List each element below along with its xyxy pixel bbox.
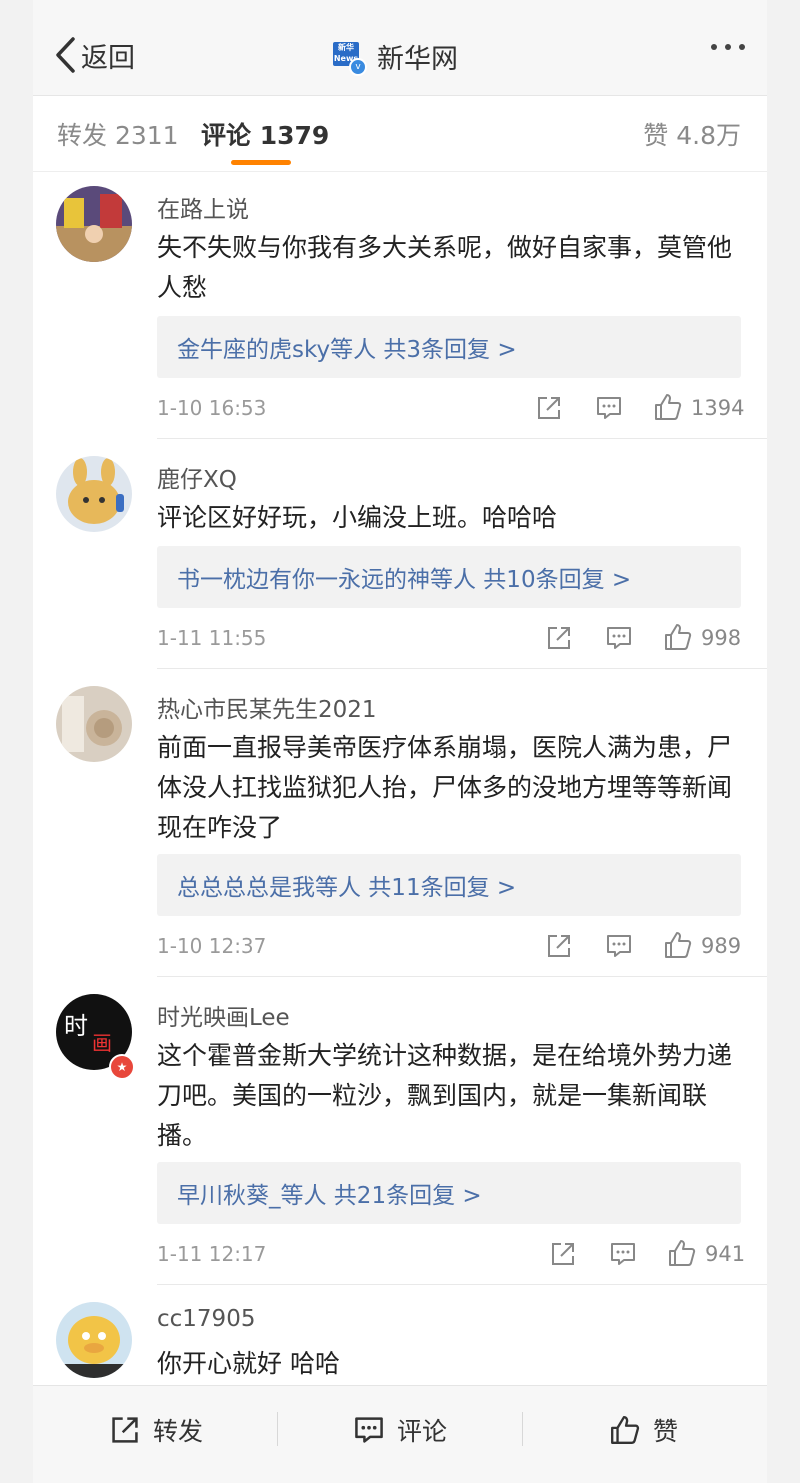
comment-icon: [355, 1417, 383, 1443]
verified-icon: v: [349, 58, 367, 76]
replies-link[interactable]: 金牛座的虎sky等人 共3条回复 >: [157, 316, 741, 378]
comment-text: 评论区好好玩，小编没上班。哈哈哈: [157, 503, 558, 532]
replies-link[interactable]: 早川秋葵_等人 共21条回复 >: [157, 1162, 741, 1224]
like-icon[interactable]: [663, 622, 693, 652]
comment-meta: 1-11 12:17 941: [157, 1236, 745, 1276]
active-tab-indicator: [231, 160, 291, 165]
like-count: 1394: [691, 396, 745, 420]
avatar[interactable]: [56, 186, 132, 262]
account-name: 新华网: [377, 43, 458, 75]
like-icon[interactable]: [653, 392, 683, 422]
separator: [277, 1412, 278, 1446]
like-icon[interactable]: [663, 930, 693, 960]
replies-link[interactable]: 总总总总是我等人 共11条回复 >: [157, 854, 741, 916]
comment-icon[interactable]: [605, 624, 633, 652]
comment-text: 这个霍普金斯大学统计这种数据，是在给境外势力递刀吧。美国的一粒沙，飘到国内，就是…: [157, 1041, 733, 1150]
comment-username[interactable]: cc17905: [157, 1306, 255, 1332]
comment-meta: 1-10 12:37 989: [157, 928, 741, 968]
comment-time: 1-10 16:53: [157, 396, 267, 420]
comment-meta: 1-11 11:55 998: [157, 620, 741, 660]
comment-text: 你开心就好 哈哈: [157, 1349, 340, 1378]
share-icon[interactable]: [535, 394, 563, 422]
divider: [157, 438, 767, 439]
like-icon: [611, 1416, 640, 1444]
avatar[interactable]: [56, 456, 132, 532]
avatar[interactable]: [56, 1302, 132, 1378]
comment-time: 1-10 12:37: [157, 934, 267, 958]
like-count: 989: [701, 934, 742, 958]
comment-item: 热心市民某先生2021 前面一直报导美帝医疗体系崩塌，医院人满为患，尸体没人扛找…: [33, 672, 767, 978]
more-icon: [711, 44, 717, 50]
repost-button[interactable]: 转发: [109, 1410, 203, 1450]
divider: [157, 976, 767, 977]
comment-icon[interactable]: [605, 932, 633, 960]
comment-item: cc17905 你开心就好 哈哈: [33, 1288, 767, 1385]
tab-repost[interactable]: 转发 2311: [57, 116, 179, 152]
back-button[interactable]: 返回: [53, 30, 135, 80]
divider: [157, 1284, 767, 1285]
comment-item: 鹿仔XQ 评论区好好玩，小编没上班。哈哈哈 书一枕边有你一永远的神等人 共10条…: [33, 442, 767, 670]
tab-comment[interactable]: 评论 1379: [201, 116, 329, 152]
tab-bar: 转发 2311 评论 1379 赞 4.8万: [33, 96, 767, 172]
comment-meta: 1-10 16:53 1394: [157, 390, 745, 430]
top-bar: 返回 新华 News v 新华网: [33, 0, 767, 96]
like-label: 赞: [653, 1417, 679, 1446]
like-icon[interactable]: [667, 1238, 697, 1268]
like-button[interactable]: 赞: [609, 1410, 678, 1450]
account-title[interactable]: 新华 News v 新华网: [333, 38, 458, 76]
replies-summary: 书一枕边有你一永远的神等人 共10条回复 >: [177, 567, 632, 593]
like-count: 941: [705, 1242, 746, 1266]
replies-link[interactable]: 书一枕边有你一永远的神等人 共10条回复 >: [157, 546, 741, 608]
replies-summary: 总总总总是我等人 共11条回复 >: [177, 875, 517, 901]
replies-summary: 早川秋葵_等人 共21条回复 >: [177, 1183, 482, 1209]
comment-icon[interactable]: [609, 1240, 637, 1268]
share-icon[interactable]: [545, 624, 573, 652]
comment-time: 1-11 11:55: [157, 626, 267, 650]
separator: [522, 1412, 523, 1446]
comment-username[interactable]: 热心市民某先生2021: [157, 690, 377, 724]
divider: [157, 668, 767, 669]
comment-button[interactable]: 评论: [353, 1410, 447, 1450]
avatar[interactable]: [56, 686, 132, 762]
share-icon[interactable]: [549, 1240, 577, 1268]
more-button[interactable]: [711, 44, 745, 50]
comment-item: 时 画 ★ 时光映画Lee 这个霍普金斯大学统计这种数据，是在给境外势力递刀吧。…: [33, 980, 767, 1286]
comment-username[interactable]: 时光映画Lee: [157, 998, 290, 1032]
vip-star-icon: ★: [109, 1054, 135, 1080]
repost-label: 转发: [153, 1417, 204, 1446]
comment-icon[interactable]: [595, 394, 623, 422]
replies-summary: 金牛座的虎sky等人 共3条回复 >: [177, 337, 517, 363]
comment-username[interactable]: 鹿仔XQ: [157, 460, 237, 494]
comment-text: 前面一直报导美帝医疗体系崩塌，医院人满为患，尸体没人扛找监狱犯人抬，尸体多的没地…: [157, 733, 733, 842]
comment-time: 1-11 12:17: [157, 1242, 267, 1266]
share-icon[interactable]: [545, 932, 573, 960]
comment-text: 失不失败与你我有多大关系呢，做好自家事，莫管他人愁: [157, 233, 733, 302]
comment-username[interactable]: 在路上说: [157, 190, 249, 224]
bottom-action-bar: 转发 评论 赞: [33, 1385, 767, 1483]
account-logo: 新华 News v: [333, 40, 367, 76]
like-count: 998: [701, 626, 742, 650]
back-label: 返回: [81, 42, 135, 74]
tab-like[interactable]: 赞 4.8万: [643, 116, 741, 152]
comment-label: 评论: [397, 1417, 448, 1446]
comment-item: 在路上说 失不失败与你我有多大关系呢，做好自家事，莫管他人愁 金牛座的虎sky等…: [33, 172, 767, 440]
svg-text:画: 画: [92, 1031, 112, 1055]
share-icon: [112, 1417, 138, 1443]
screen: 返回 新华News v 新华网 转发 2311 评论 1379 赞 4.8万: [33, 0, 767, 1483]
back-chevron-icon: [56, 37, 75, 73]
svg-text:时: 时: [64, 1012, 88, 1040]
